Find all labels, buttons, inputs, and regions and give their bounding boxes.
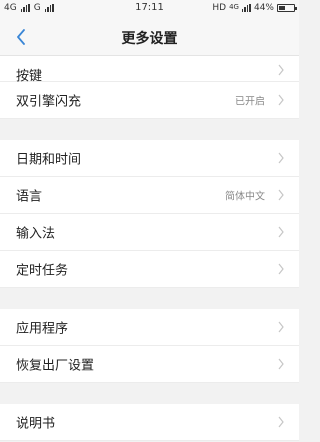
- settings-item-value: 已开启: [235, 96, 265, 108]
- chevron-right-icon: [278, 263, 284, 275]
- hd-indicator: HD: [212, 3, 227, 13]
- status-right: HD 4G 44%: [212, 2, 297, 13]
- battery-percent: 44%: [253, 3, 274, 13]
- signal-icon-3: [241, 4, 251, 12]
- settings-item-keys[interactable]: 按键: [0, 56, 299, 84]
- settings-item-label: 语言: [16, 189, 43, 205]
- settings-item-label: 恢复出厂设置: [16, 358, 95, 374]
- settings-item-label: 应用程序: [16, 321, 69, 337]
- settings-item-value: 简体中文: [225, 191, 265, 203]
- chevron-right-icon: [278, 226, 284, 238]
- settings-item-applications[interactable]: 应用程序: [0, 309, 299, 346]
- settings-item-manual[interactable]: 说明书: [0, 404, 299, 441]
- chevron-right-icon: [278, 358, 284, 370]
- header: 更多设置: [0, 18, 299, 56]
- battery-icon: [277, 4, 297, 12]
- settings-item-date-time[interactable]: 日期和时间: [0, 140, 299, 177]
- status-bar: 4G G 17:11 HD 4G 44%: [0, 0, 299, 18]
- chevron-right-icon: [278, 94, 284, 106]
- settings-item-input-method[interactable]: 输入法: [0, 214, 299, 251]
- battery-fill: [279, 6, 285, 10]
- chevron-right-icon: [278, 189, 284, 201]
- settings-item-label: 定时任务: [16, 263, 69, 279]
- page-title: 更多设置: [121, 31, 178, 47]
- chevron-right-icon: [278, 64, 284, 76]
- chevron-right-icon: [278, 321, 284, 333]
- section-divider: [0, 119, 299, 140]
- network-type-3: 4G: [229, 2, 239, 11]
- settings-item-label: 输入法: [16, 226, 56, 242]
- section-divider: [0, 383, 299, 404]
- settings-item-label: 说明书: [16, 416, 56, 432]
- settings-item-scheduled-tasks[interactable]: 定时任务: [0, 251, 299, 288]
- settings-item-label: 日期和时间: [16, 152, 82, 168]
- settings-list: 按键 双引擎闪充 已开启 日期和时间 语言 简体中文 输入法 定时任务 应用程序…: [0, 56, 299, 441]
- settings-item-label: 双引擎闪充: [16, 94, 82, 110]
- settings-item-language[interactable]: 语言 简体中文: [0, 177, 299, 214]
- settings-item-flash-charge[interactable]: 双引擎闪充 已开启: [0, 82, 299, 119]
- section-divider: [0, 288, 299, 309]
- settings-item-factory-reset[interactable]: 恢复出厂设置: [0, 346, 299, 383]
- chevron-right-icon: [278, 152, 284, 164]
- chevron-right-icon: [278, 416, 284, 428]
